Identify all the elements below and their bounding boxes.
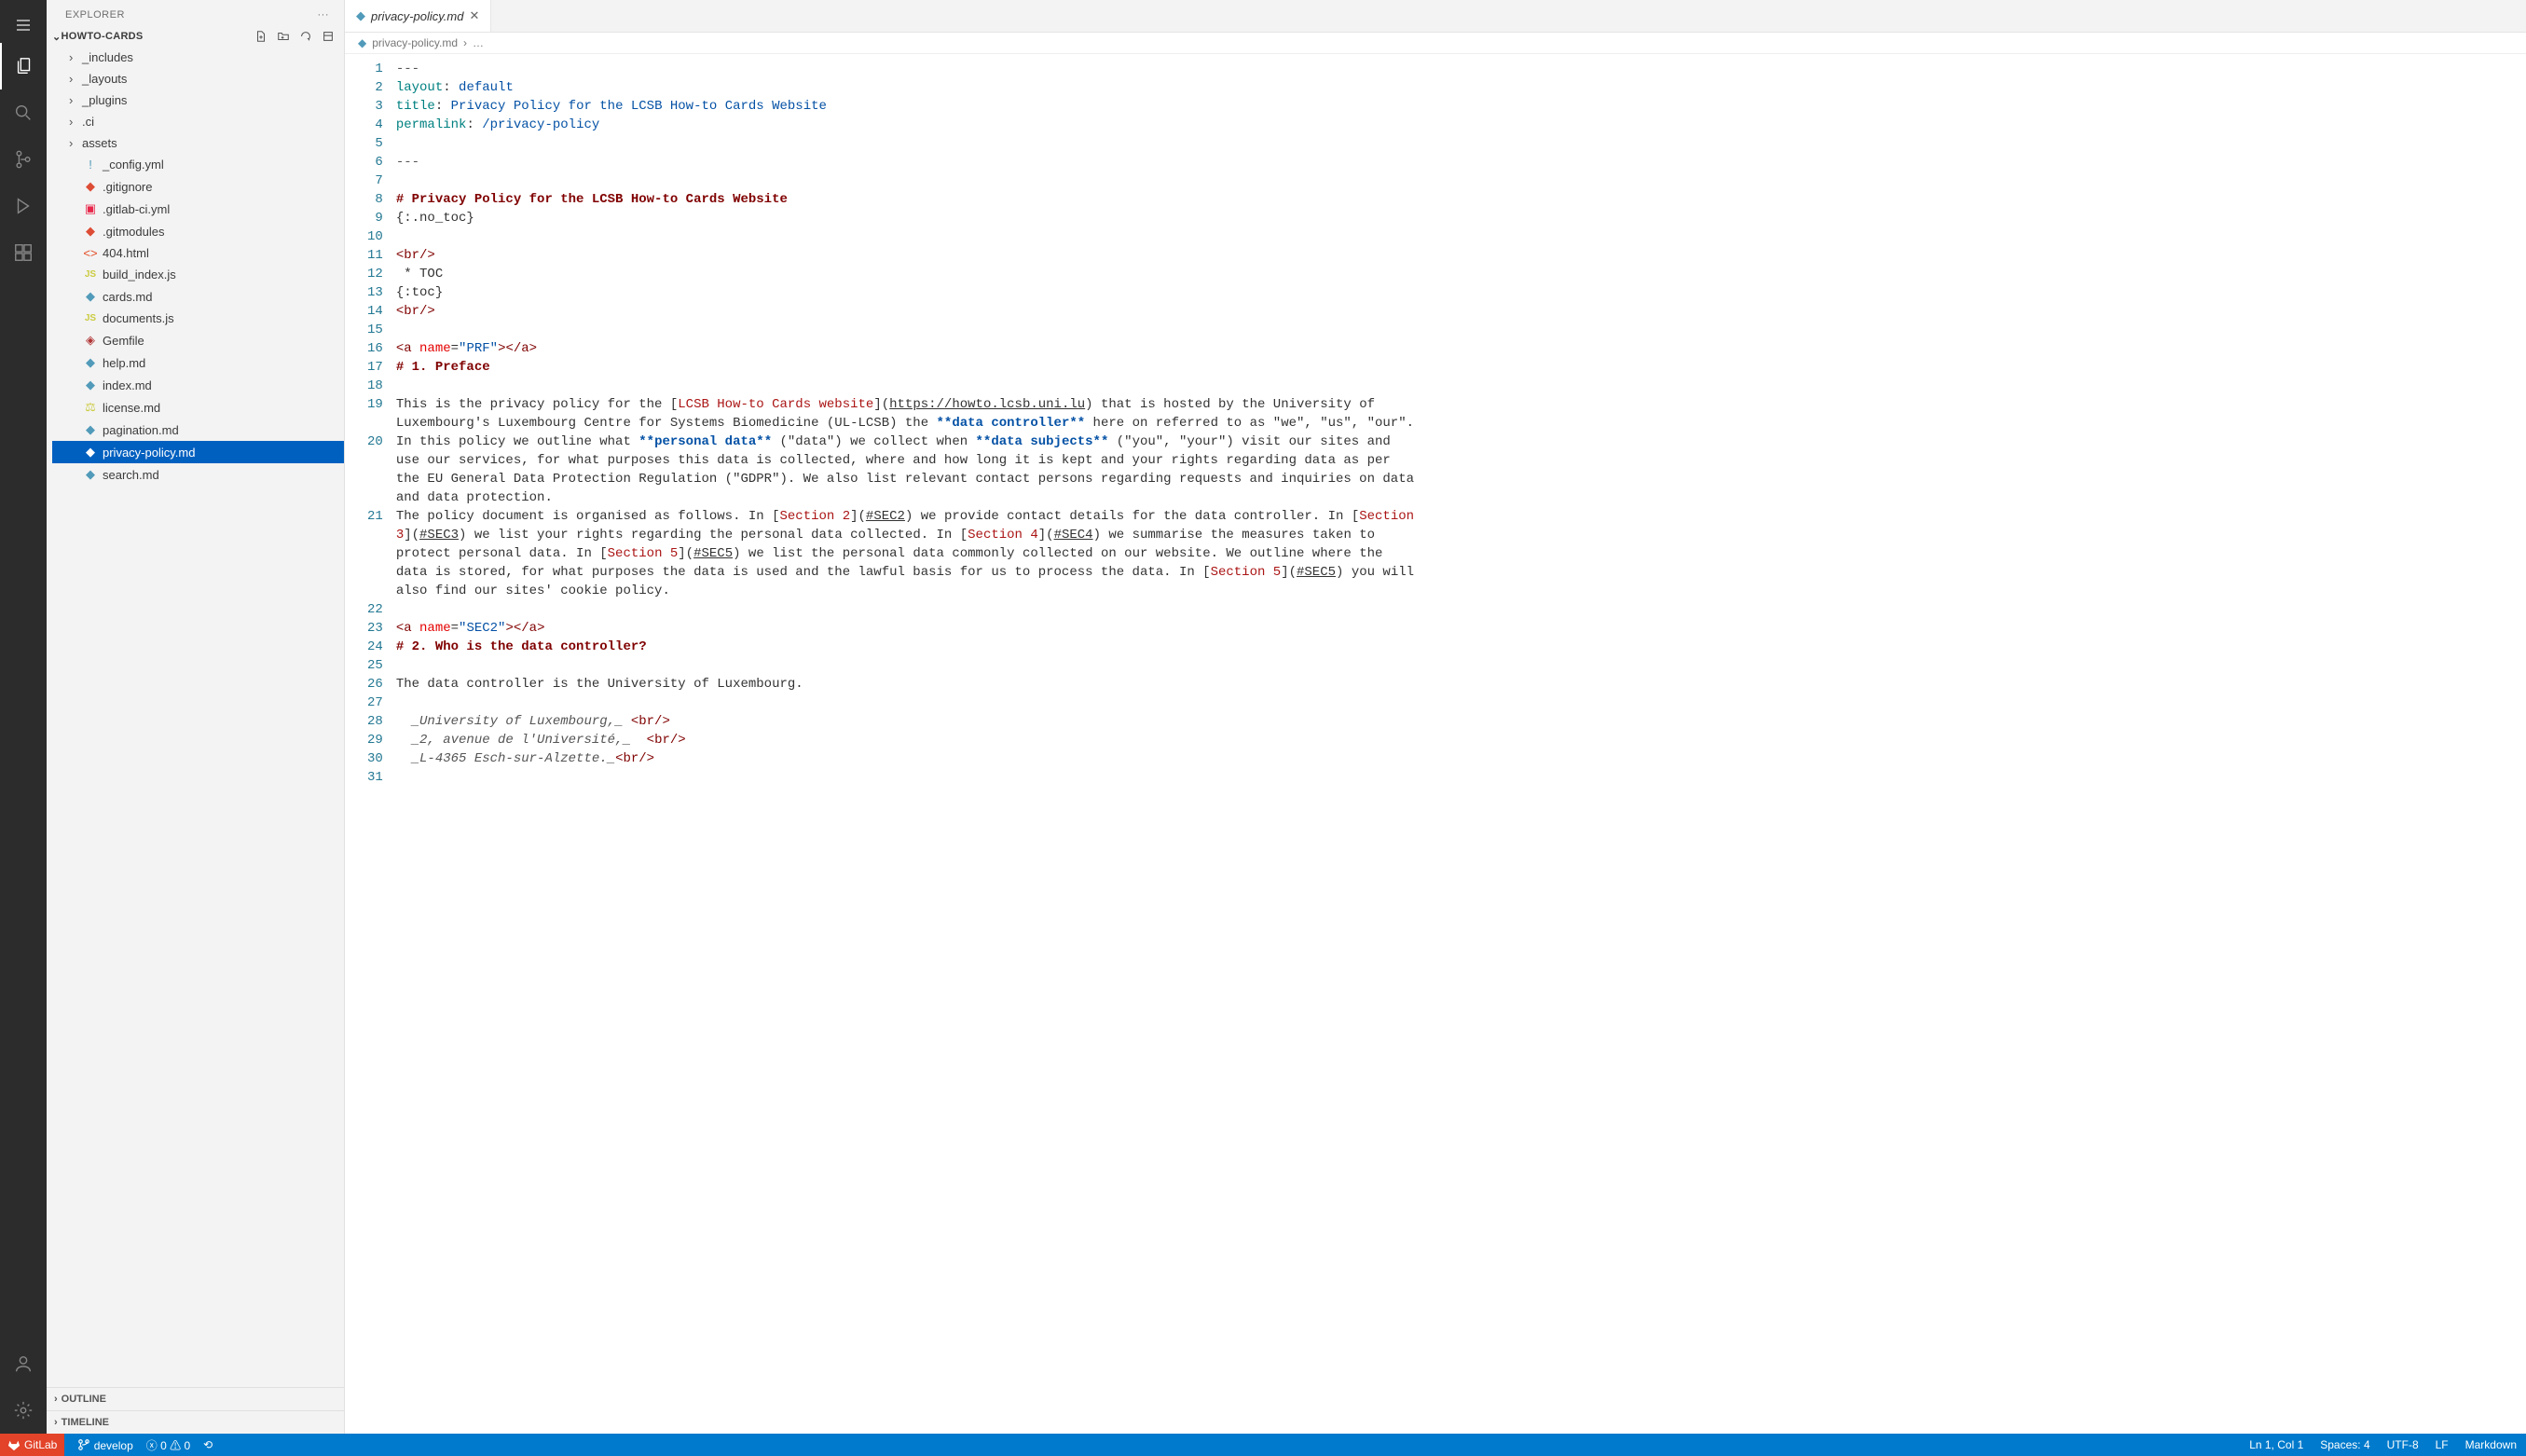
settings-gear-icon[interactable] xyxy=(0,1387,47,1434)
explorer-icon[interactable] xyxy=(0,43,47,89)
file-icon: ◈ xyxy=(82,333,99,348)
file-icon: ◆ xyxy=(82,378,99,392)
markdown-icon: ◆ xyxy=(356,8,365,23)
file-build_index.js[interactable]: JSbuild_index.js xyxy=(52,264,344,285)
chevron-right-icon: › xyxy=(69,93,82,107)
line-gutter: 12345678910111213141516171819 20 21 2223… xyxy=(345,54,396,1434)
tab-bar: ◆ privacy-policy.md ✕ xyxy=(345,0,2526,33)
file-.gitignore[interactable]: ◆.gitignore xyxy=(52,175,344,198)
editor-area: ◆ privacy-policy.md ✕ ◆ privacy-policy.m… xyxy=(345,0,2526,1434)
file-icon: ◆ xyxy=(82,289,99,304)
file-license.md[interactable]: ⚖license.md xyxy=(52,396,344,419)
file-icon: ◆ xyxy=(82,467,99,482)
run-debug-icon[interactable] xyxy=(0,183,47,229)
folder-assets[interactable]: ›assets xyxy=(52,132,344,154)
file-index.md[interactable]: ◆index.md xyxy=(52,374,344,396)
file-privacy-policy.md[interactable]: ◆privacy-policy.md xyxy=(52,441,344,463)
file-icon: ◆ xyxy=(82,224,99,239)
project-name: HOWTO-CARDS xyxy=(62,31,144,42)
new-folder-icon[interactable] xyxy=(277,30,290,43)
file-.gitlab-ci.yml[interactable]: ▣.gitlab-ci.yml xyxy=(52,198,344,220)
file-pagination.md[interactable]: ◆pagination.md xyxy=(52,419,344,441)
ports-icon[interactable]: ⟲ xyxy=(203,1438,213,1451)
folder-_plugins[interactable]: ›_plugins xyxy=(52,89,344,111)
file-icon: ◆ xyxy=(82,445,99,460)
eol[interactable]: LF xyxy=(2436,1438,2449,1451)
file-cards.md[interactable]: ◆cards.md xyxy=(52,285,344,308)
menu-icon[interactable] xyxy=(15,7,32,43)
cursor-position[interactable]: Ln 1, Col 1 xyxy=(2249,1438,2303,1451)
chevron-down-icon: ⌄ xyxy=(52,31,62,43)
status-bar: GitLab develop ⓧ 0 ⚠ 0 ⟲ Ln 1, Col 1 Spa… xyxy=(0,1434,2526,1456)
chevron-right-icon: › xyxy=(54,1394,58,1405)
chevron-right-icon: › xyxy=(69,72,82,86)
file-icon: <> xyxy=(82,246,99,260)
source-control-icon[interactable] xyxy=(0,136,47,183)
breadcrumb[interactable]: ◆ privacy-policy.md › … xyxy=(345,33,2526,54)
file-.gitmodules[interactable]: ◆.gitmodules xyxy=(52,220,344,242)
language-mode[interactable]: Markdown xyxy=(2465,1438,2517,1451)
file-icon: ◆ xyxy=(82,179,99,194)
extensions-icon[interactable] xyxy=(0,229,47,276)
sidebar-more-icon[interactable]: ··· xyxy=(318,9,330,21)
markdown-icon: ◆ xyxy=(358,36,366,49)
file-search.md[interactable]: ◆search.md xyxy=(52,463,344,486)
close-icon[interactable]: ✕ xyxy=(469,8,479,23)
file-icon: ! xyxy=(82,158,99,172)
sidebar: EXPLORER ··· ⌄ HOWTO-CARDS ›_includes›_l… xyxy=(47,0,345,1434)
new-file-icon[interactable] xyxy=(254,30,268,43)
code-editor[interactable]: 12345678910111213141516171819 20 21 2223… xyxy=(345,54,2526,1434)
sidebar-title: EXPLORER xyxy=(65,9,125,21)
collapse-icon[interactable] xyxy=(322,30,335,43)
file-icon: ⚖ xyxy=(82,400,99,415)
file-icon: ▣ xyxy=(82,201,99,216)
folder-_layouts[interactable]: ›_layouts xyxy=(52,68,344,89)
account-icon[interactable] xyxy=(0,1340,47,1387)
folder-.ci[interactable]: ›.ci xyxy=(52,111,344,132)
file-404.html[interactable]: <>404.html xyxy=(52,242,344,264)
gitlab-status[interactable]: GitLab xyxy=(0,1434,64,1456)
encoding[interactable]: UTF-8 xyxy=(2387,1438,2419,1451)
file-icon: ◆ xyxy=(82,422,99,437)
outline-section[interactable]: › OUTLINE xyxy=(47,1387,344,1410)
file-icon: JS xyxy=(82,269,99,280)
refresh-icon[interactable] xyxy=(299,30,312,43)
chevron-right-icon: › xyxy=(69,136,82,150)
file-help.md[interactable]: ◆help.md xyxy=(52,351,344,374)
activity-bar xyxy=(0,0,47,1434)
file-tree: ›_includes›_layouts›_plugins›.ci›assets!… xyxy=(47,47,344,1387)
folder-_includes[interactable]: ›_includes xyxy=(52,47,344,68)
tab-privacy-policy[interactable]: ◆ privacy-policy.md ✕ xyxy=(345,0,491,32)
file-_config.yml[interactable]: !_config.yml xyxy=(52,154,344,175)
branch-status[interactable]: develop xyxy=(77,1438,132,1452)
chevron-right-icon: › xyxy=(69,50,82,64)
problems-status[interactable]: ⓧ 0 ⚠ 0 xyxy=(146,1437,190,1453)
project-header[interactable]: ⌄ HOWTO-CARDS xyxy=(47,26,344,47)
indentation[interactable]: Spaces: 4 xyxy=(2320,1438,2369,1451)
file-documents.js[interactable]: JSdocuments.js xyxy=(52,308,344,329)
search-icon[interactable] xyxy=(0,89,47,136)
file-Gemfile[interactable]: ◈Gemfile xyxy=(52,329,344,351)
chevron-right-icon: › xyxy=(69,115,82,129)
file-icon: ◆ xyxy=(82,355,99,370)
code-content[interactable]: ---layout: defaulttitle: Privacy Policy … xyxy=(396,54,1414,1434)
file-icon: JS xyxy=(82,313,99,323)
chevron-right-icon: › xyxy=(54,1417,58,1428)
timeline-section[interactable]: › TIMELINE xyxy=(47,1410,344,1434)
